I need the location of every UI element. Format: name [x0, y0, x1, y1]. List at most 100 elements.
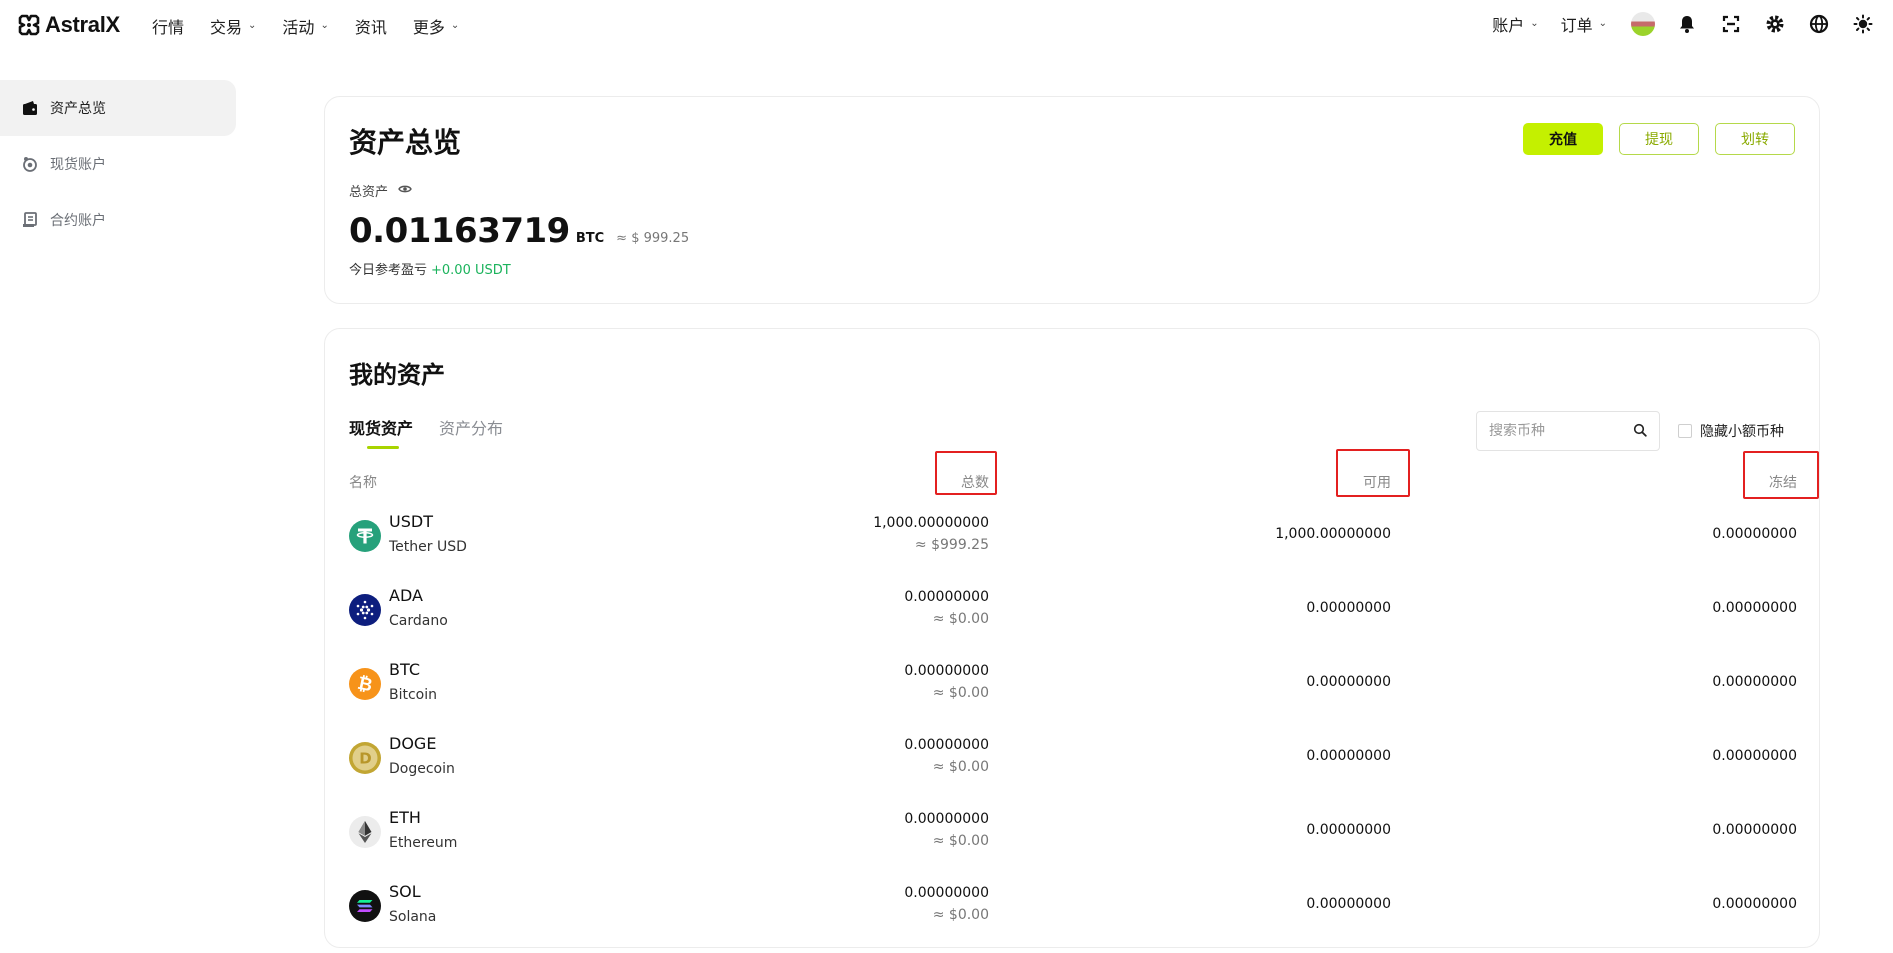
total-assets-line: 0.01163719 BTC ≈ $ 999.25	[349, 211, 689, 251]
sidebar-item-spot[interactable]: 现货账户	[0, 136, 236, 192]
coin-symbol: ETH	[389, 808, 421, 827]
table-row[interactable]: ADA Cardano 0.00000000 ≈ $0.00 0.0000000…	[349, 583, 1797, 657]
coin-total: 0.00000000	[904, 663, 989, 679]
transfer-button[interactable]: 划转	[1715, 123, 1795, 155]
table-row[interactable]: SOL Solana 0.00000000 ≈ $0.00 0.00000000…	[349, 879, 1797, 953]
total-assets-unit: BTC	[575, 231, 605, 246]
page-title: 资产总览	[349, 126, 462, 159]
sidebar-item-overview[interactable]: 资产总览	[0, 80, 236, 136]
tab-spot-assets[interactable]: 现货资产	[349, 415, 413, 449]
today-pnl: 今日参考盈亏 +0.00 USDT	[349, 259, 511, 278]
table-row[interactable]: ETH Ethereum 0.00000000 ≈ $0.00 0.000000…	[349, 805, 1797, 879]
nav-item-label: 更多	[412, 18, 445, 37]
hide-small-checkbox[interactable]	[1678, 424, 1692, 438]
table-row[interactable]: USDT Tether USD 1,000.00000000 ≈ $999.25…	[349, 509, 1797, 583]
coin-total-usd: ≈ $0.00	[932, 759, 989, 775]
spot-account-icon	[22, 156, 38, 172]
nav-item-trade[interactable]: 交易 ⌄	[210, 14, 256, 38]
hide-small-balances-toggle[interactable]: 隐藏小额币种	[1678, 421, 1784, 441]
coin-symbol: ADA	[389, 586, 423, 605]
coin-available: 0.00000000	[1306, 822, 1391, 838]
table-row[interactable]: D DOGE Dogecoin 0.00000000 ≈ $0.00 0.000…	[349, 731, 1797, 805]
coin-frozen: 0.00000000	[1712, 748, 1797, 764]
withdraw-button[interactable]: 提现	[1619, 123, 1699, 155]
chevron-down-icon: ⌄	[320, 19, 329, 31]
theme-toggle-button[interactable]	[1849, 10, 1877, 38]
chevron-down-icon: ⌄	[248, 19, 257, 31]
tab-asset-distribution[interactable]: 资产分布	[439, 415, 503, 449]
bell-icon	[1680, 16, 1694, 33]
top-nav: AstralX 行情 交易 ⌄ 活动 ⌄ 资讯 更多 ⌄ 账户 ⌄ 订单 ⌄	[0, 0, 1893, 48]
nav-item-news[interactable]: 资讯	[355, 14, 387, 38]
coin-frozen: 0.00000000	[1712, 600, 1797, 616]
deposit-button[interactable]: 充值	[1523, 123, 1603, 155]
section-title: 我的资产	[349, 361, 445, 389]
notifications-button[interactable]	[1673, 10, 1701, 38]
orders-menu[interactable]: 订单 ⌄	[1561, 12, 1607, 36]
main-nav: 行情 交易 ⌄ 活动 ⌄ 资讯 更多 ⌄	[152, 14, 459, 38]
chevron-down-icon: ⌄	[1530, 17, 1539, 29]
total-assets-label: 总资产	[349, 185, 389, 200]
avatar	[1631, 12, 1655, 36]
astralx-logo-icon	[18, 14, 40, 36]
overview-card: 资产总览 充值 提现 划转 总资产 0.01163719 BTC ≈ $ 999…	[324, 96, 1820, 304]
sidebar-item-label: 合约账户	[50, 213, 106, 229]
highlight-box-available	[1336, 449, 1410, 497]
settings-button[interactable]	[1761, 10, 1789, 38]
coin-symbol: SOL	[389, 882, 421, 901]
coin-available: 1,000.00000000	[1275, 526, 1391, 542]
coin-name: Solana	[389, 909, 437, 925]
globe-icon	[1809, 14, 1829, 34]
table-row[interactable]: ₿ BTC Bitcoin 0.00000000 ≈ $0.00 0.00000…	[349, 657, 1797, 731]
svg-text:D: D	[359, 750, 371, 768]
overview-actions: 充值 提现 划转	[1523, 123, 1795, 155]
coin-name: Dogecoin	[389, 761, 455, 777]
sidebar-item-label: 资产总览	[50, 101, 106, 117]
nav-item-label: 交易	[210, 18, 243, 37]
coin-total-usd: ≈ $0.00	[932, 833, 989, 849]
ada-coin-icon	[349, 594, 381, 626]
sidebar: 资产总览 现货账户 合约账户	[0, 80, 236, 248]
eye-icon[interactable]	[398, 183, 412, 198]
coin-total: 1,000.00000000	[873, 515, 989, 531]
total-assets-value: 0.01163719	[349, 211, 570, 251]
coin-search	[1476, 411, 1660, 451]
chevron-down-icon: ⌄	[450, 19, 460, 31]
futures-account-icon	[22, 212, 38, 228]
coin-name: Cardano	[389, 613, 448, 629]
coin-total-usd: ≈ $0.00	[932, 907, 989, 923]
language-button[interactable]	[1805, 10, 1833, 38]
btc-coin-icon: ₿	[349, 668, 381, 700]
orders-menu-label: 订单	[1560, 16, 1593, 35]
account-menu[interactable]: 账户 ⌄	[1492, 12, 1538, 36]
scan-download-icon	[1722, 15, 1740, 33]
coin-total: 0.00000000	[904, 885, 989, 901]
user-avatar-button[interactable]	[1629, 10, 1657, 38]
right-nav: 账户 ⌄ 订单 ⌄	[1492, 10, 1893, 38]
coin-total: 0.00000000	[904, 811, 989, 827]
hide-small-label: 隐藏小额币种	[1700, 424, 1784, 440]
download-app-button[interactable]	[1717, 10, 1745, 38]
coin-symbol: USDT	[389, 512, 433, 531]
coin-frozen: 0.00000000	[1712, 822, 1797, 838]
coin-frozen: 0.00000000	[1712, 526, 1797, 542]
chevron-down-icon: ⌄	[1598, 17, 1607, 29]
coin-name: Bitcoin	[389, 687, 438, 703]
highlight-box-total	[935, 451, 997, 495]
nav-item-label: 行情	[152, 18, 185, 37]
brand-logo[interactable]: AstralX	[18, 12, 120, 38]
column-header-name[interactable]: 名称	[349, 472, 377, 492]
nav-item-more[interactable]: 更多 ⌄	[413, 14, 459, 38]
coin-available: 0.00000000	[1306, 600, 1391, 616]
wallet-icon	[22, 100, 38, 116]
coin-total-usd: ≈ $999.25	[914, 537, 989, 553]
nav-item-label: 资讯	[354, 18, 387, 37]
search-input[interactable]	[1489, 423, 1619, 439]
sidebar-item-futures[interactable]: 合约账户	[0, 192, 236, 248]
coin-symbol: BTC	[389, 660, 420, 679]
search-icon[interactable]	[1633, 422, 1647, 441]
nav-item-activity[interactable]: 活动 ⌄	[282, 14, 328, 38]
nav-item-market[interactable]: 行情	[152, 14, 184, 38]
brand-name: AstralX	[45, 12, 120, 37]
coin-frozen: 0.00000000	[1712, 674, 1797, 690]
